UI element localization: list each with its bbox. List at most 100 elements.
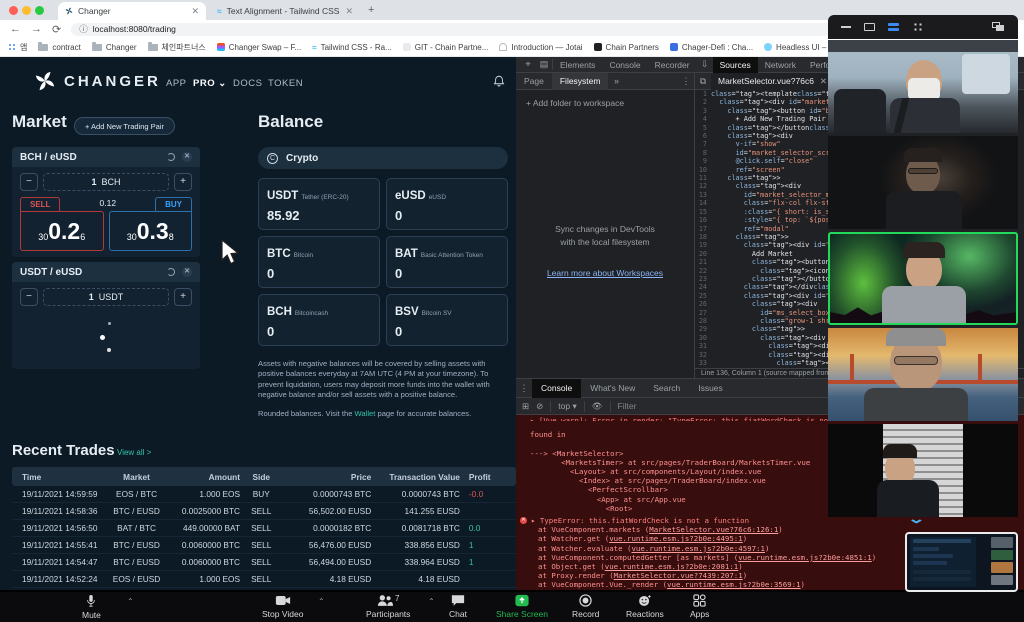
source-link[interactable]: vue.runtime.esm.js?2b0e:4597:1: [631, 544, 765, 553]
mute-options-caret[interactable]: ⌃: [127, 597, 134, 606]
mute-button[interactable]: Mute: [82, 594, 101, 620]
eye-icon[interactable]: 👁: [592, 401, 603, 412]
table-row[interactable]: 19/11/2021 14:55:41BTC / EUSD0.0060000 B…: [12, 537, 516, 554]
asset-card-bch[interactable]: BCHBitcoincash0: [258, 294, 380, 346]
source-link[interactable]: vue.runtime.esm.js?2b0e:4495:1: [609, 534, 743, 543]
asset-card-usdt[interactable]: USDTTether (ERC-20)85.92: [258, 178, 380, 230]
wallet-link[interactable]: Wallet: [355, 409, 376, 418]
console-sidebar-icon[interactable]: ⊞: [522, 401, 529, 412]
collapse-videos-chevron-icon[interactable]: ⌄: [907, 511, 926, 527]
increase-button[interactable]: +: [174, 173, 192, 191]
brand[interactable]: CHANGER: [34, 70, 161, 92]
source-link[interactable]: vue.runtime.esm.js?2b0e:2081:1: [605, 562, 739, 571]
participants-options-caret[interactable]: ⌃: [428, 597, 435, 606]
bookmark-item[interactable]: contract: [38, 43, 80, 52]
add-trading-pair-button[interactable]: + Add New Trading Pair: [74, 117, 175, 135]
increase-button[interactable]: +: [174, 288, 192, 306]
notifications-bell-icon[interactable]: [493, 75, 505, 88]
share-screen-button[interactable]: Share Screen: [496, 594, 548, 619]
context-selector[interactable]: top ▾: [558, 401, 576, 412]
record-button[interactable]: Record: [572, 594, 599, 619]
workspaces-link[interactable]: Learn more about Workspaces: [516, 268, 694, 278]
apps-button[interactable]: Apps: [690, 594, 709, 619]
bookmark-item[interactable]: ≈Tailwind CSS - Ra...: [312, 43, 392, 52]
nav-app[interactable]: APP: [166, 78, 187, 89]
toggle-navigator-icon[interactable]: ⧉: [697, 76, 709, 87]
participants-button[interactable]: 7 Participants: [366, 594, 410, 619]
asset-card-bsv[interactable]: BSVBitcoin SV0: [386, 294, 508, 346]
new-tab-button[interactable]: +: [368, 4, 374, 16]
participant-video-4[interactable]: [828, 328, 1018, 421]
asset-card-bat[interactable]: BATBasic Attention Token0: [386, 236, 508, 288]
tab-tailwind[interactable]: ≈ Text Alignment - Tailwind CSS ✕: [210, 2, 360, 20]
participant-video-1[interactable]: [828, 40, 1018, 133]
sell-price-box[interactable]: 300.26: [20, 211, 104, 251]
inspect-element-icon[interactable]: ⌖: [522, 59, 534, 70]
close-pair-icon[interactable]: ✕: [182, 152, 192, 162]
strip-view-icon[interactable]: [888, 23, 899, 31]
source-link[interactable]: vue.runtime.esm.js?2b0e:3569:1: [667, 580, 801, 589]
table-row[interactable]: 19/11/2021 14:52:24EOS / EUSD1.000 EOSSE…: [12, 571, 516, 588]
speaker-view-icon[interactable]: [864, 23, 875, 31]
site-info-icon[interactable]: ⓘ: [79, 23, 88, 35]
video-options-caret[interactable]: ⌃: [318, 597, 325, 606]
bookmark-item[interactable]: GIT - Chain Partne...: [403, 43, 489, 52]
shared-screen-preview[interactable]: [905, 532, 1018, 592]
close-tab-icon[interactable]: ✕: [191, 6, 199, 17]
device-toolbar-icon[interactable]: ▤: [538, 59, 550, 70]
devtools-tab-elements[interactable]: Elements: [553, 57, 602, 73]
table-row[interactable]: 19/11/2021 14:59:59EOS / BTC1.000 EOSBUY…: [12, 486, 516, 503]
sidebar-menu-icon[interactable]: ⋮: [680, 76, 692, 87]
source-link[interactable]: MarketSelector.vue?76c6:126:1: [649, 525, 778, 534]
drawer-tab-what-s-new[interactable]: What's New: [581, 379, 644, 398]
bookmark-item[interactable]: Chager-Defi : Cha...: [670, 43, 753, 52]
forward-icon[interactable]: →: [31, 23, 42, 35]
drawer-menu-icon[interactable]: ⋮: [518, 383, 530, 394]
devtools-tab-network[interactable]: Network: [758, 57, 803, 73]
refresh-spinner-icon[interactable]: [167, 268, 175, 276]
nav-token[interactable]: TOKEN: [268, 78, 303, 89]
decrease-button[interactable]: −: [20, 173, 38, 191]
more-panels-icon[interactable]: »: [610, 76, 622, 86]
view-all-link[interactable]: View all >: [117, 448, 151, 457]
quantity-field[interactable]: 1 USDT: [43, 288, 169, 306]
drawer-tab-console[interactable]: Console: [532, 379, 581, 398]
participant-video-2[interactable]: [828, 136, 1018, 229]
reactions-button[interactable]: Reactions: [626, 594, 664, 619]
bookmark-item[interactable]: Introduction — Jotai: [499, 43, 582, 52]
drawer-tab-issues[interactable]: Issues: [689, 379, 732, 398]
close-pair-icon[interactable]: ✕: [182, 267, 192, 277]
sidebar-tab-page[interactable]: Page: [516, 73, 552, 90]
close-tab-icon[interactable]: ✕: [345, 6, 353, 17]
minimize-videos-icon[interactable]: [841, 26, 851, 28]
zoom-window-button[interactable]: [35, 6, 44, 15]
source-link[interactable]: MarketSelector.vue?7439:207:1: [614, 571, 743, 580]
close-window-button[interactable]: [9, 6, 18, 15]
chat-button[interactable]: Chat: [449, 594, 467, 619]
asset-card-eusd[interactable]: eUSDeUSD0: [386, 178, 508, 230]
drawer-tab-search[interactable]: Search: [644, 379, 689, 398]
bookmark-item[interactable]: Chain Partners: [594, 43, 659, 52]
participant-video-5[interactable]: [828, 424, 1018, 517]
minimize-window-button[interactable]: [22, 6, 31, 15]
participant-video-3-active-speaker[interactable]: [828, 232, 1018, 325]
gallery-view-icon[interactable]: [912, 21, 924, 33]
decrease-button[interactable]: −: [20, 288, 38, 306]
nav-docs[interactable]: DOCS: [233, 78, 262, 89]
crypto-group-bar[interactable]: C Crypto: [258, 147, 508, 169]
nav-pro[interactable]: PRO ⌄: [193, 78, 227, 89]
quantity-field[interactable]: 1 BCH: [43, 173, 169, 191]
bookmark-item[interactable]: Changer: [92, 43, 137, 52]
close-file-icon[interactable]: ✕: [820, 73, 827, 90]
buy-tab[interactable]: BUY: [155, 197, 192, 211]
table-row[interactable]: 19/11/2021 14:58:36BTC / EUSD0.0025000 B…: [12, 503, 516, 520]
stop-video-button[interactable]: Stop Video: [262, 594, 303, 619]
add-folder-button[interactable]: + Add folder to workspace: [526, 98, 684, 108]
clear-console-icon[interactable]: ⊘: [536, 401, 543, 412]
devtools-tab-console[interactable]: Console: [602, 57, 647, 73]
table-row[interactable]: 19/11/2021 14:56:50BAT / BTC449.00000 BA…: [12, 520, 516, 537]
popout-icon[interactable]: [992, 22, 1005, 33]
sidebar-tab-filesystem[interactable]: Filesystem: [552, 73, 609, 90]
bookmark-item[interactable]: 체인파트너스: [148, 42, 206, 53]
bookmark-item[interactable]: 앱: [8, 42, 27, 53]
